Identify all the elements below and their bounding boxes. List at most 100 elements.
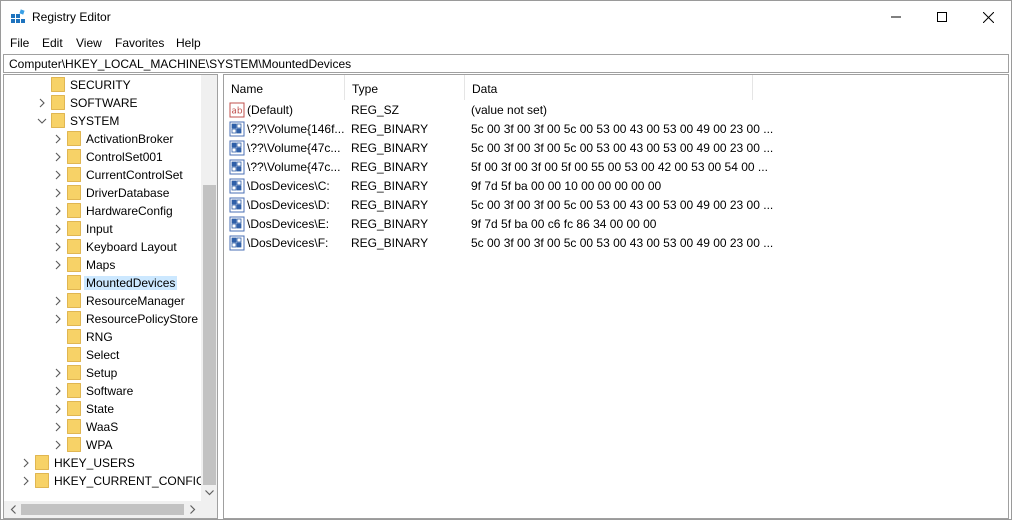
tree-item[interactable]: Keyboard Layout [4,238,201,256]
folder-icon [67,257,81,272]
address-bar[interactable]: Computer\HKEY_LOCAL_MACHINE\SYSTEM\Mount… [3,54,1009,73]
chevron-right-icon[interactable] [53,367,63,379]
value-row[interactable]: \DosDevices\F: REG_BINARY 5c 00 3f 00 3f 0… [224,233,984,252]
tree-item-label: Keyboard Layout [86,240,177,254]
tree-item[interactable]: ResourceManager [4,292,201,310]
binary-value-icon [229,216,245,232]
value-row[interactable]: ab (Default) REG_SZ (value not set) [224,100,984,119]
chevron-right-icon[interactable] [53,151,63,163]
tree-item[interactable]: HKEY_CURRENT_CONFIG [4,472,205,490]
tree-item-label: State [86,402,115,416]
tree-item-label: HKEY_USERS [54,456,135,470]
address-path[interactable]: Computer\HKEY_LOCAL_MACHINE\SYSTEM\Mount… [9,57,351,71]
scroll-down-button[interactable] [201,484,217,501]
tree-item[interactable]: Maps [4,256,201,274]
chevron-right-icon[interactable] [37,97,47,109]
chevron-right-icon[interactable] [53,223,63,235]
value-data: 5c 00 3f 00 3f 00 5c 00 53 00 43 00 53 0… [471,236,774,250]
chevron-right-icon[interactable] [53,421,63,433]
value-name: \DosDevices\D: [247,198,330,212]
tree-horizontal-scroll-thumb[interactable] [21,504,184,515]
column-header-data-label: Data [472,82,498,96]
tree-item[interactable]: SOFTWARE [4,94,201,112]
tree-item[interactable]: ResourcePolicyStore [4,310,201,328]
chevron-right-icon[interactable] [53,403,63,415]
chevron-right-icon[interactable] [53,259,63,271]
tree-item[interactable]: CurrentControlSet [4,166,201,184]
chevron-right-icon[interactable] [53,439,63,451]
tree-item[interactable]: DriverDatabase [4,184,201,202]
tree-item[interactable]: ActivationBroker [4,130,201,148]
column-divider[interactable] [752,75,753,100]
tree-item[interactable]: Setup [4,364,201,382]
chevron-down-icon[interactable] [37,115,47,127]
menu-favorites[interactable]: Favorites [115,36,164,50]
tree-item[interactable]: SYSTEM [4,112,201,130]
tree-item[interactable]: WPA [4,436,201,454]
folder-icon [51,95,65,110]
binary-value-icon [229,197,245,213]
value-name: (Default) [247,103,294,117]
chevron-right-icon[interactable] [53,295,63,307]
menu-edit[interactable]: Edit [42,36,63,50]
folder-icon [67,203,81,218]
column-header-type[interactable]: Type [345,75,465,100]
value-row[interactable]: \??\Volume{146f... REG_BINARY 5c 00 3f 00 … [224,119,984,138]
key-tree-pane[interactable]: SECURITY SOFTWARE SYSTEM ActivationBroker Co… [3,74,218,519]
tree-item[interactable]: ControlSet001 [4,148,201,166]
tree-item[interactable]: Select [4,346,201,364]
value-data: 9f 7d 5f ba 00 c6 fc 86 34 00 00 00 [471,217,657,231]
value-type: REG_BINARY [351,217,429,231]
values-pane[interactable]: Name Type Data ab (Default) REG_SZ (value n… [223,74,1009,519]
value-row[interactable]: \DosDevices\E: REG_BINARY 9f 7d 5f ba 00 c… [224,214,984,233]
column-header-data[interactable]: Data [465,75,753,100]
tree-item[interactable]: MountedDevices [4,274,201,292]
chevron-right-icon[interactable] [53,187,63,199]
tree-vertical-scrollbar[interactable] [201,75,217,501]
value-row[interactable]: \DosDevices\D: REG_BINARY 5c 00 3f 00 3f 0… [224,195,984,214]
scroll-right-button[interactable] [184,501,201,518]
chevron-right-icon[interactable] [21,457,31,469]
tree-horizontal-scrollbar[interactable] [4,501,201,518]
tree-item[interactable]: HKEY_USERS [4,454,201,472]
menu-help[interactable]: Help [176,36,201,50]
chevron-right-icon[interactable] [53,205,63,217]
value-data: 9f 7d 5f ba 00 00 10 00 00 00 00 00 [471,179,662,193]
tree-item[interactable]: SECURITY [4,76,201,94]
value-name: \??\Volume{146f... [247,122,345,136]
chevron-right-icon [189,505,195,514]
menu-view[interactable]: View [76,36,102,50]
title-bar[interactable]: Registry Editor [1,1,1011,33]
menu-bar: File Edit View Favorites Help [1,33,1011,53]
value-row[interactable]: \DosDevices\C: REG_BINARY 9f 7d 5f ba 00 0… [224,176,984,195]
tree-item[interactable]: State [4,400,201,418]
tree-item-label: MountedDevices [84,276,178,290]
folder-icon [67,167,81,182]
chevron-right-icon[interactable] [53,169,63,181]
maximize-button[interactable] [919,1,965,33]
chevron-right-icon[interactable] [53,385,63,397]
column-header-name[interactable]: Name [224,75,344,100]
tree-item[interactable]: WaaS [4,418,201,436]
value-row[interactable]: \??\Volume{47c... REG_BINARY 5c 00 3f 00 3… [224,138,984,157]
chevron-right-icon[interactable] [21,475,31,487]
chevron-right-icon[interactable] [53,133,63,145]
value-row[interactable]: \??\Volume{47c... REG_BINARY 5f 00 3f 00 3… [224,157,984,176]
tree-item[interactable]: Input [4,220,201,238]
folder-icon [67,419,81,434]
tree-item-label: Software [86,384,134,398]
tree-item-label: RNG [86,330,113,344]
close-button[interactable] [965,1,1011,33]
chevron-right-icon[interactable] [53,313,63,325]
folder-icon [67,329,81,344]
tree-item[interactable]: Software [4,382,201,400]
minimize-button[interactable] [873,1,919,33]
scroll-left-button[interactable] [4,501,21,518]
tree-item[interactable]: HardwareConfig [4,202,201,220]
chevron-right-icon[interactable] [53,241,63,253]
tree-item-label: HKEY_CURRENT_CONFIG [54,474,206,488]
tree-item[interactable]: RNG [4,328,201,346]
column-header-type-label: Type [352,82,379,96]
menu-file[interactable]: File [10,36,29,50]
tree-vertical-scroll-thumb[interactable] [203,185,216,485]
